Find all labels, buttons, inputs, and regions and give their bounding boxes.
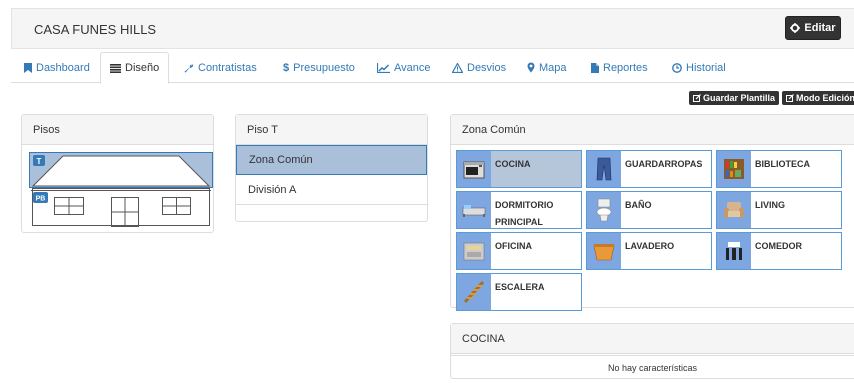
wrench-icon xyxy=(184,63,194,73)
save-template-button[interactable]: Guardar Plantilla xyxy=(689,91,780,105)
zone-label: GUARDARROPAS xyxy=(625,159,703,169)
zone-label: LIVING xyxy=(755,200,786,210)
zone-label: BAÑO xyxy=(625,200,652,210)
dollar-icon: $ xyxy=(283,61,290,74)
top-floor-badge: T xyxy=(37,157,42,166)
tab-label: Diseño xyxy=(125,62,160,74)
laundry-basket-icon xyxy=(587,233,621,269)
stove-icon xyxy=(457,151,491,187)
gear-icon xyxy=(790,23,801,33)
tab-label: Historial xyxy=(686,61,726,74)
edit-icon xyxy=(786,94,794,102)
ground-floor-badge: PB xyxy=(36,196,46,203)
list-item-label: Zona Común xyxy=(249,154,313,166)
stairs-icon xyxy=(457,274,491,310)
zone-living[interactable]: LIVING xyxy=(716,191,842,229)
zone-label: COMEDOR xyxy=(755,241,802,251)
zone-label: ESCALERA xyxy=(495,282,545,292)
zone-comedor[interactable]: COMEDOR xyxy=(716,232,842,270)
toilet-icon xyxy=(587,192,621,228)
tab-mapa[interactable]: Mapa xyxy=(527,52,567,83)
map-marker-icon xyxy=(527,62,535,73)
file-icon xyxy=(591,62,599,73)
zone-label: DORMITORIO PRINCIPAL xyxy=(495,200,554,227)
zone-guardarropas[interactable]: GUARDARROPAS xyxy=(586,150,712,188)
floor-top[interactable] xyxy=(29,152,213,188)
zone-bano[interactable]: BAÑO xyxy=(586,191,712,229)
tab-label: Desvios xyxy=(467,61,507,74)
list-item-label: División A xyxy=(248,183,297,196)
warning-icon xyxy=(452,62,463,73)
edit-icon xyxy=(693,94,701,102)
zone-biblioteca[interactable]: BIBLIOTECA xyxy=(716,150,842,188)
edit-mode-label: Modo Edición xyxy=(796,93,854,103)
edit-button[interactable]: Editar xyxy=(785,16,841,40)
zone-oficina[interactable]: OFICINA xyxy=(456,232,582,270)
chart-icon xyxy=(377,62,390,73)
detail-panel-title: COCINA xyxy=(451,324,854,354)
zone-escalera[interactable]: ESCALERA xyxy=(456,273,582,311)
list-icon xyxy=(110,63,121,73)
wardrobe-icon xyxy=(587,151,621,187)
bookmark-icon xyxy=(24,62,32,73)
zone-lavadero[interactable]: LAVADERO xyxy=(586,232,712,270)
tab-label: Presupuesto xyxy=(293,61,355,74)
empty-features-text: No hay características xyxy=(451,355,854,379)
save-template-label: Guardar Plantilla xyxy=(703,93,776,103)
floor-panel-title: Piso T xyxy=(236,115,427,145)
dining-icon xyxy=(717,233,751,269)
tab-avance[interactable]: Avance xyxy=(377,52,431,83)
tab-diseno[interactable]: Diseño xyxy=(100,52,170,84)
top-bar: CASA FUNES HILLS xyxy=(11,8,854,49)
edit-mode-button[interactable]: Modo Edición xyxy=(782,91,854,105)
floors-panel: Pisos T PB xyxy=(21,114,214,233)
tab-reportes[interactable]: Reportes xyxy=(591,52,648,83)
bed-icon xyxy=(457,192,491,228)
zone-dormitorio-principal[interactable]: DORMITORIO PRINCIPAL xyxy=(456,191,582,229)
tab-contratistas[interactable]: Contratistas xyxy=(184,52,257,83)
floor-ground[interactable] xyxy=(31,188,211,227)
zone-cocina[interactable]: COCINA xyxy=(456,150,582,188)
tab-historial[interactable]: Historial xyxy=(672,52,726,83)
zone-label: LAVADERO xyxy=(625,241,675,251)
clock-icon xyxy=(672,62,682,73)
armchair-icon xyxy=(717,192,751,228)
floors-panel-title: Pisos xyxy=(22,115,213,145)
edit-button-label: Editar xyxy=(804,22,836,34)
tab-label: Reportes xyxy=(603,61,648,74)
tab-presupuesto[interactable]: $ Presupuesto xyxy=(283,52,355,83)
floor-panel: Piso T Zona Común División A xyxy=(235,114,428,222)
tab-desvios[interactable]: Desvios xyxy=(452,52,506,83)
tab-label: Contratistas xyxy=(198,61,257,74)
tab-label: Dashboard xyxy=(36,61,90,74)
zone-panel-title: Zona Común xyxy=(451,115,854,145)
page-title: CASA FUNES HILLS xyxy=(34,22,157,37)
bookshelf-icon xyxy=(717,151,751,187)
list-item-zona-comun[interactable]: Zona Común xyxy=(236,145,427,175)
zone-label: BIBLIOTECA xyxy=(755,159,810,169)
zone-label: OFICINA xyxy=(495,241,532,251)
tab-label: Mapa xyxy=(539,61,567,74)
detail-panel: COCINA No hay características xyxy=(450,323,854,379)
zone-label: COCINA xyxy=(495,159,531,169)
tab-label: Avance xyxy=(394,61,431,74)
house-floor-plan: T PB xyxy=(29,152,213,227)
list-item-division-a[interactable]: División A xyxy=(236,175,427,205)
tab-dashboard[interactable]: Dashboard xyxy=(24,52,90,83)
zone-panel: Zona Común COCINA GUARDARROPAS BIBLIOTEC… xyxy=(450,114,854,311)
nav-tabs: Dashboard Diseño Contratistas $ Presupue… xyxy=(11,52,854,84)
filing-cabinet-icon xyxy=(457,233,491,269)
